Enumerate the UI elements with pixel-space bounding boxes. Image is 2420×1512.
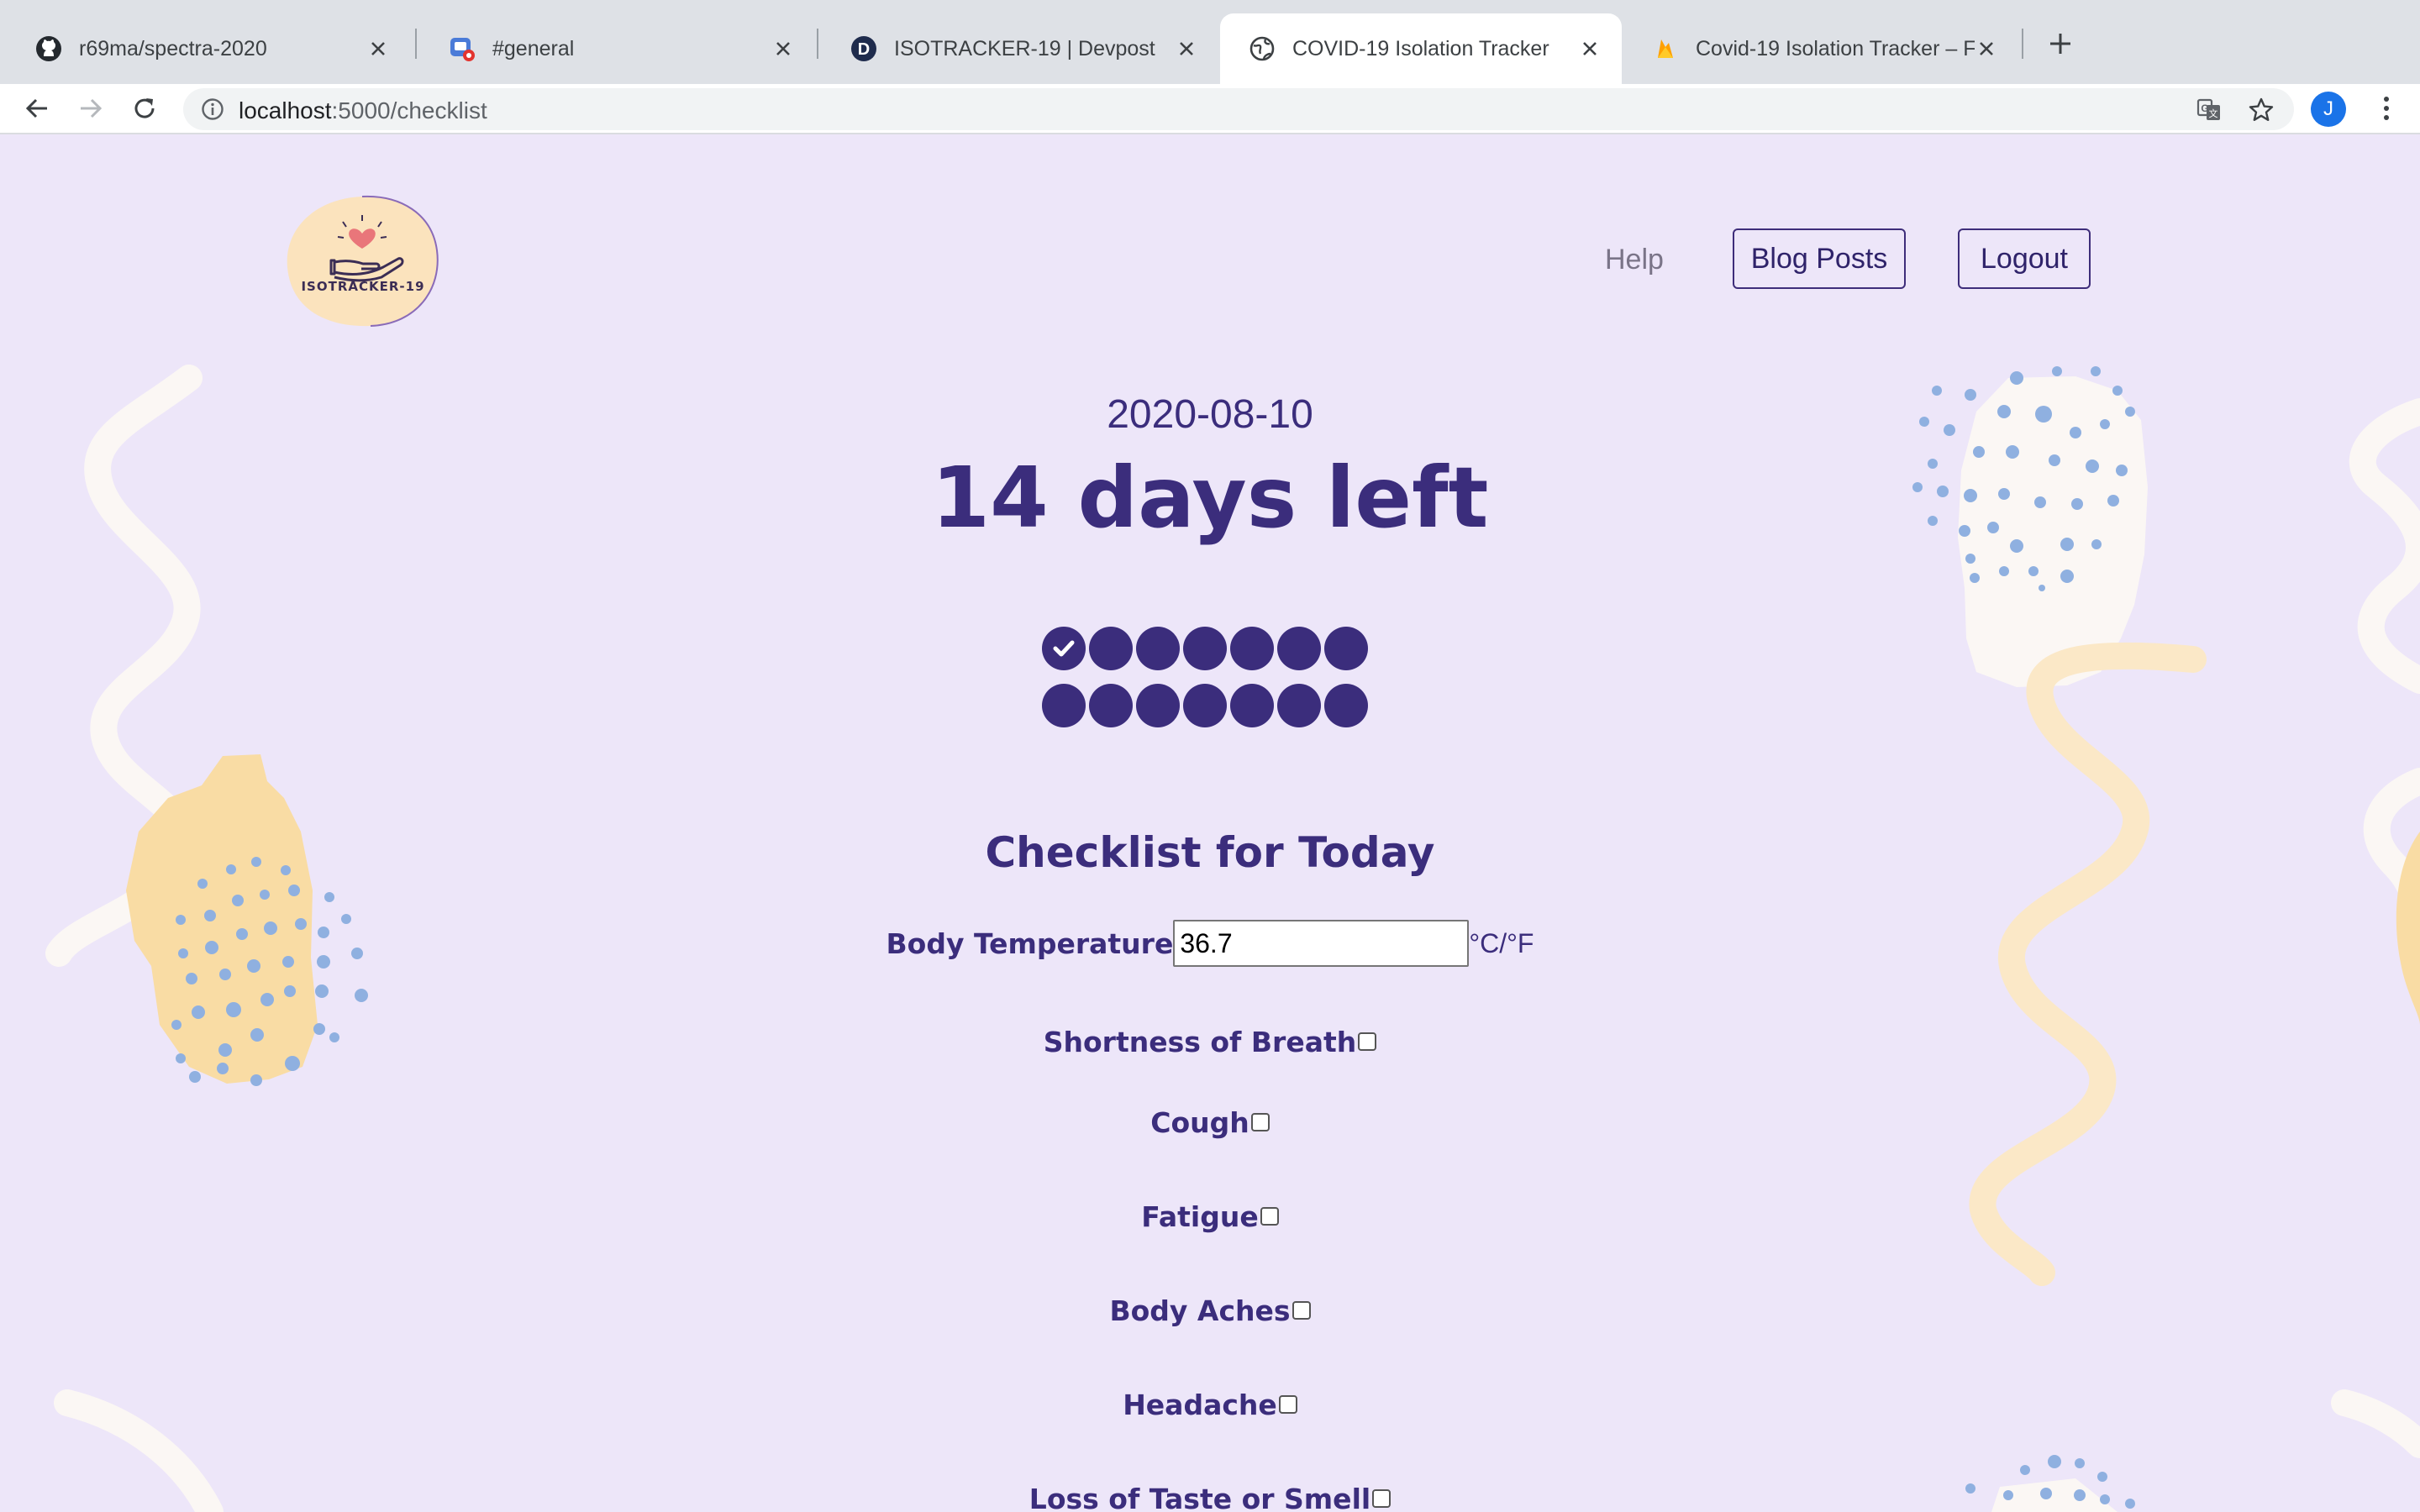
days-left-heading: 14 days left <box>931 449 1489 547</box>
day-dot-completed <box>1042 627 1086 670</box>
reload-button[interactable] <box>128 92 161 125</box>
loss-of-taste-or-smell-checkbox[interactable] <box>1372 1489 1392 1508</box>
svg-text:文: 文 <box>2209 108 2218 119</box>
day-dot <box>1089 627 1133 670</box>
browser-tab-bar: r69ma/spectra-2020 #general D ISOTRACKER… <box>0 0 2420 84</box>
svg-text:D: D <box>858 40 870 59</box>
info-icon[interactable] <box>200 97 225 122</box>
tab-separator <box>415 29 417 59</box>
logout-button[interactable]: Logout <box>1958 228 2091 289</box>
browser-toolbar: localhost:5000/checklist G文 J <box>0 84 2420 134</box>
symptom-row: Fatigue <box>0 1195 2420 1237</box>
arrow-right-icon <box>81 98 103 118</box>
forward-button[interactable] <box>74 92 108 125</box>
chat-app-icon <box>449 35 476 62</box>
close-icon[interactable] <box>1175 37 1198 60</box>
svg-text:G: G <box>2201 102 2208 114</box>
arrow-left-icon <box>25 98 47 118</box>
reload-icon <box>134 98 155 118</box>
close-icon[interactable] <box>1975 37 1998 60</box>
temperature-input[interactable] <box>1173 920 1470 967</box>
symptom-label: Shortness of Breath <box>1043 1025 1357 1058</box>
firebase-icon <box>1652 35 1679 62</box>
day-dot <box>1324 684 1368 727</box>
globe-icon <box>1249 35 1276 62</box>
url-path: :5000/checklist <box>331 97 487 123</box>
day-dot <box>1277 684 1321 727</box>
plus-icon <box>2050 34 2070 54</box>
day-dot <box>1136 684 1180 727</box>
more-vertical-icon <box>2384 97 2389 120</box>
tab-title: r69ma/spectra-2020 <box>79 36 267 60</box>
day-dot <box>1230 684 1274 727</box>
day-dot <box>1183 684 1227 727</box>
close-icon[interactable] <box>771 37 795 60</box>
devpost-icon: D <box>850 35 877 62</box>
symptom-label: Headache <box>1123 1388 1277 1421</box>
symptom-row: Loss of Taste or Smell <box>0 1478 2420 1512</box>
shortness-of-breath-checkbox[interactable] <box>1358 1032 1377 1051</box>
url-text[interactable]: localhost:5000/checklist <box>239 97 487 124</box>
temperature-label: Body Temperature <box>886 927 1174 960</box>
isotracker-logo[interactable] <box>282 190 442 333</box>
close-icon[interactable] <box>1578 37 1602 60</box>
back-button[interactable] <box>20 92 54 125</box>
url-host: localhost <box>239 97 332 123</box>
browser-menu-button[interactable] <box>2370 92 2403 125</box>
tab-title: ISOTRACKER-19 | Devpost <box>894 36 1155 60</box>
temperature-row: Body Temperature °C/°F <box>0 918 2420 969</box>
fatigue-checkbox[interactable] <box>1260 1207 1279 1226</box>
logo-text: ISOTRACKER-19 <box>301 279 425 294</box>
tab-title: COVID-19 Isolation Tracker <box>1292 36 1549 60</box>
tab-separator <box>2022 29 2023 59</box>
symptom-row: Headache <box>0 1383 2420 1425</box>
checklist-title: Checklist for Today <box>985 828 1435 877</box>
bookmark-star-icon[interactable] <box>2247 96 2275 124</box>
tab-separator <box>817 29 818 59</box>
translate-icon[interactable]: G文 <box>2195 96 2223 124</box>
symptom-label: Loss of Taste or Smell <box>1028 1482 1371 1512</box>
blog-posts-button[interactable]: Blog Posts <box>1733 228 1906 289</box>
cough-checkbox[interactable] <box>1250 1113 1270 1131</box>
current-date: 2020-08-10 <box>1107 392 1313 437</box>
tab-github[interactable]: r69ma/spectra-2020 <box>7 13 410 84</box>
symptom-label: Fatigue <box>1141 1200 1259 1233</box>
symptom-label: Cough <box>1150 1105 1249 1139</box>
page-content: ISOTRACKER-19 Help Blog Posts Logout 202… <box>0 134 2420 1512</box>
address-bar[interactable]: localhost:5000/checklist G文 <box>183 88 2294 130</box>
body-aches-checkbox[interactable] <box>1292 1301 1311 1320</box>
tab-title: #general <box>492 36 575 60</box>
github-icon <box>35 35 62 62</box>
day-dot <box>1277 627 1321 670</box>
help-link[interactable]: Help <box>1605 244 1664 276</box>
close-icon[interactable] <box>366 37 390 60</box>
day-dot <box>1042 684 1086 727</box>
day-dot <box>1136 627 1180 670</box>
headache-checkbox[interactable] <box>1278 1395 1297 1414</box>
symptom-label: Body Aches <box>1109 1294 1291 1327</box>
tab-firebase[interactable]: Covid-19 Isolation Tracker – Fir <box>1623 13 2018 84</box>
profile-avatar[interactable]: J <box>2311 92 2346 127</box>
isolation-progress-dots <box>1042 627 1370 727</box>
day-dot <box>1324 627 1368 670</box>
day-dot <box>1089 684 1133 727</box>
day-dot <box>1230 627 1274 670</box>
tab-covid-tracker[interactable]: COVID-19 Isolation Tracker <box>1220 13 1622 84</box>
temperature-unit: °C/°F <box>1469 927 1534 958</box>
new-tab-button[interactable] <box>2044 27 2077 60</box>
tab-general[interactable]: #general <box>420 13 815 84</box>
symptom-row: Shortness of Breath <box>0 1021 2420 1063</box>
tab-title: Covid-19 Isolation Tracker – Fir <box>1696 36 1975 60</box>
tab-devpost[interactable]: D ISOTRACKER-19 | Devpost <box>822 13 1218 84</box>
checkmark-icon <box>1053 640 1075 657</box>
day-dot <box>1183 627 1227 670</box>
symptom-row: Cough <box>0 1101 2420 1143</box>
symptom-row: Body Aches <box>0 1289 2420 1331</box>
